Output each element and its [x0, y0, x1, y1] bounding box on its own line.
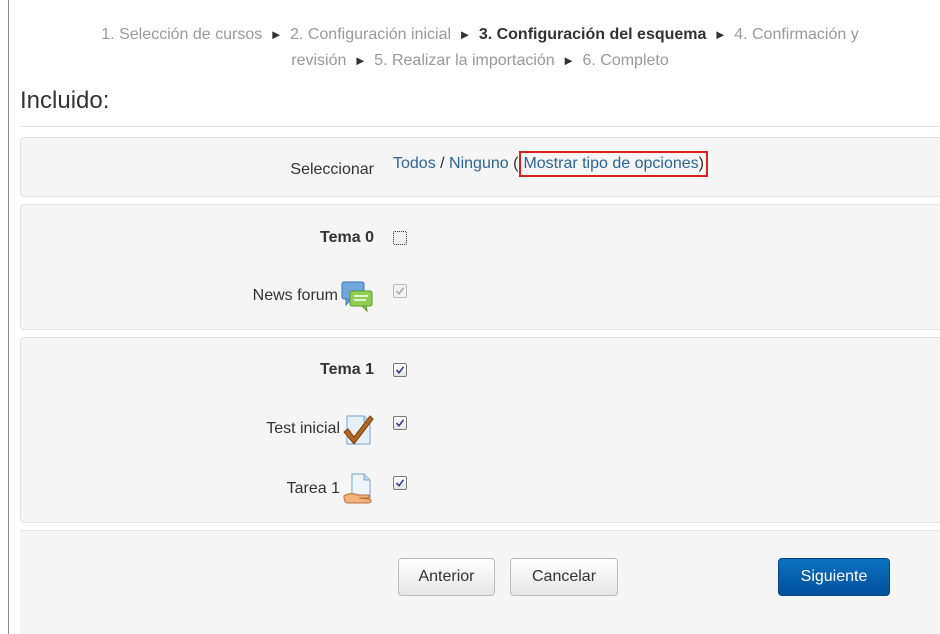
section-row: Tema 0	[21, 223, 940, 253]
breadcrumb-arrow-icon: ►	[269, 27, 283, 42]
activity-name: News forum	[252, 287, 338, 304]
breadcrumb-step-5: 5. Realizar la importación	[374, 52, 555, 69]
open-paren: (	[508, 155, 519, 172]
previous-button[interactable]: Anterior	[398, 558, 495, 596]
breadcrumb-step-6: 6. Completo	[582, 52, 669, 69]
breadcrumb-step-4: 4. Confirmación y	[734, 26, 859, 43]
heading-divider	[20, 126, 940, 127]
activity-row: Test inicial	[21, 408, 940, 445]
activity-checkbox[interactable]	[393, 476, 407, 490]
select-none-link[interactable]: Ninguno	[449, 155, 509, 172]
progress-breadcrumb: 1. Selección de cursos ► 2. Configuració…	[20, 22, 940, 74]
assignment-icon	[343, 473, 372, 504]
section-title: Tema 1	[320, 361, 374, 378]
breadcrumb-arrow-icon: ►	[713, 27, 727, 42]
activity-label: Test inicial	[266, 412, 374, 446]
activity-row: News forum	[21, 276, 940, 312]
next-button[interactable]: Siguiente	[778, 558, 890, 596]
section-panel-tema-0: Tema 0 News forum	[20, 204, 940, 330]
activity-row: Tarea 1	[21, 468, 940, 504]
section-row: Tema 1	[21, 355, 940, 385]
cancel-button[interactable]: Cancelar	[510, 558, 618, 596]
breadcrumb-step-1: 1. Selección de cursos	[101, 26, 263, 43]
activity-name: Test inicial	[266, 420, 340, 437]
activity-checkbox[interactable]	[393, 284, 407, 298]
quiz-icon	[343, 415, 374, 445]
breadcrumb-arrow-icon: ►	[458, 27, 472, 42]
breadcrumb-line-2: revisión ► 5. Realizar la importación ► …	[20, 48, 940, 74]
select-links: Todos / Ninguno (Mostrar tipo de opcione…	[393, 151, 708, 177]
breadcrumb-step-3-current: 3. Configuración del esquema	[478, 26, 707, 43]
close-paren: )	[698, 155, 704, 172]
breadcrumb-arrow-icon: ►	[562, 53, 576, 68]
select-all-link[interactable]: Todos	[393, 155, 436, 172]
breadcrumb-arrow-icon: ►	[353, 53, 367, 68]
section-checkbox[interactable]	[393, 231, 407, 245]
form-footer: Anterior Cancelar Siguiente	[20, 530, 940, 634]
activity-label: Tarea 1	[287, 472, 374, 506]
show-option-types-link[interactable]: Mostrar tipo de opciones	[523, 155, 698, 172]
section-panel-tema-1: Tema 1 Test inicial Tarea 1	[20, 337, 940, 523]
section-checkbox[interactable]	[393, 363, 407, 377]
section-title: Tema 0	[320, 229, 374, 246]
select-row: Seleccionar Todos / Ninguno (Mostrar tip…	[21, 151, 940, 185]
breadcrumb-step-4-cont: revisión	[291, 52, 347, 69]
forum-icon	[341, 281, 373, 312]
activity-name: Tarea 1	[286, 480, 340, 497]
activity-checkbox[interactable]	[393, 416, 407, 430]
window-left-border	[8, 0, 9, 634]
select-panel: Seleccionar Todos / Ninguno (Mostrar tip…	[20, 137, 940, 197]
page-heading: Incluido:	[20, 87, 110, 114]
select-divider: /	[435, 155, 450, 172]
breadcrumb-step-2: 2. Configuración inicial	[290, 26, 452, 43]
activity-label: News forum	[253, 280, 374, 312]
breadcrumb-line-1: 1. Selección de cursos ► 2. Configuració…	[20, 22, 940, 48]
select-label: Seleccionar	[290, 161, 374, 178]
